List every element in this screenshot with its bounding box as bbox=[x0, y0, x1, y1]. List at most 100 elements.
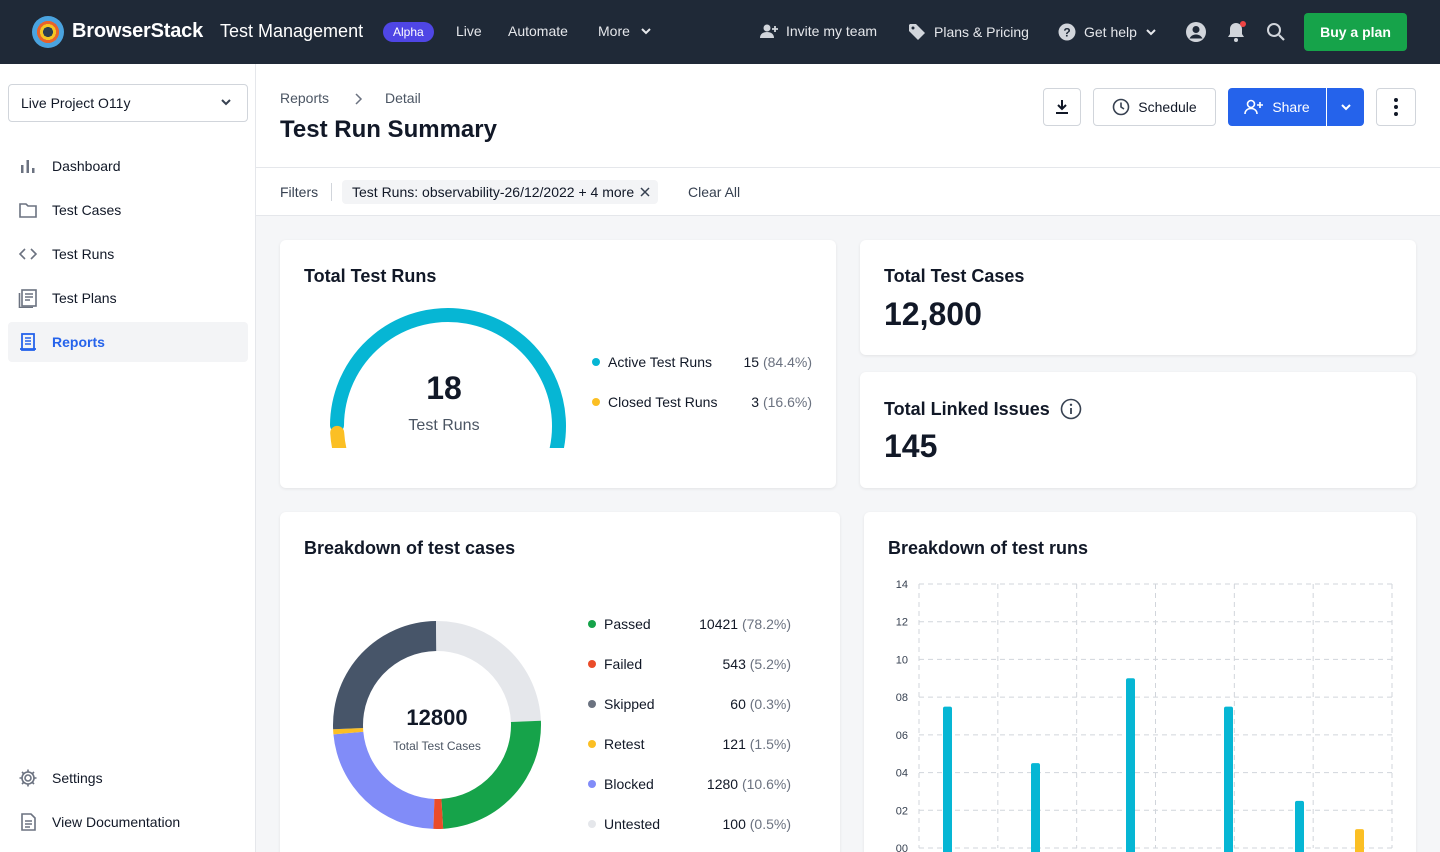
legend-percent: (0.5%) bbox=[749, 816, 791, 832]
project-select-value: Live Project O11y bbox=[21, 95, 131, 111]
y-tick-label: 04 bbox=[896, 768, 908, 780]
plans-pricing-label: Plans & Pricing bbox=[934, 24, 1029, 40]
legend-value: 60 (0.3%) bbox=[730, 696, 791, 712]
legend-dot bbox=[592, 358, 600, 366]
page-header: Reports Detail Test Run Summary Schedule… bbox=[256, 64, 1440, 168]
browserstack-logo[interactable] bbox=[32, 16, 64, 48]
sidebar-item-documentation[interactable]: View Documentation bbox=[8, 802, 248, 842]
legend-percent: (84.4%) bbox=[762, 354, 812, 370]
gauge-value: 18 bbox=[426, 370, 462, 406]
buy-plan-button[interactable]: Buy a plan bbox=[1304, 13, 1407, 51]
card-title: Breakdown of test cases bbox=[304, 538, 516, 558]
legend-value: 15 (84.4%) bbox=[744, 354, 813, 370]
sidebar-item-test-cases[interactable]: Test Cases bbox=[8, 190, 248, 230]
download-button[interactable] bbox=[1043, 88, 1081, 126]
filter-bar: Filters Test Runs: observability-26/12/2… bbox=[256, 168, 1440, 216]
bar-5[interactable] bbox=[1295, 800, 1304, 852]
y-tick-label: 14 bbox=[896, 579, 908, 591]
sidebar-item-settings[interactable]: Settings bbox=[8, 758, 248, 798]
legend-value: 3 (16.6%) bbox=[751, 394, 812, 410]
legend-count: 100 bbox=[722, 816, 750, 832]
page-title: Test Run Summary bbox=[280, 116, 497, 143]
bar-chart: 00 02 04 06 08 10 12 14 bbox=[896, 579, 1393, 852]
invite-team-button[interactable]: Invite my team bbox=[760, 23, 877, 39]
nav-automate[interactable]: Automate bbox=[508, 23, 568, 39]
invite-team-label: Invite my team bbox=[786, 23, 878, 39]
sidebar-item-test-plans[interactable]: Test Plans bbox=[8, 278, 248, 318]
schedule-button[interactable]: Schedule bbox=[1093, 88, 1216, 126]
legend-dot bbox=[588, 740, 596, 748]
legend-dot bbox=[592, 398, 600, 406]
y-tick-label: 02 bbox=[896, 805, 908, 817]
sidebar-item-dashboard[interactable]: Dashboard bbox=[8, 146, 248, 186]
breadcrumb-reports[interactable]: Reports bbox=[280, 90, 329, 106]
legend-item-retest: Retest bbox=[588, 736, 644, 752]
card-title: Total Linked Issues bbox=[884, 398, 1050, 419]
legend-item: Closed Test Runs bbox=[592, 394, 717, 410]
total-test-cases-value: 12,800 bbox=[884, 296, 982, 332]
legend-percent: (16.6%) bbox=[762, 394, 812, 410]
plans-pricing-link[interactable]: Plans & Pricing bbox=[908, 23, 1029, 41]
legend-value: 543 (5.2%) bbox=[723, 656, 791, 672]
bar-3[interactable] bbox=[1126, 678, 1135, 852]
breakdown-runs-card: Breakdown of test runs 00 02 04 06 08 10 12 14 bbox=[864, 512, 1416, 852]
share-dropdown-button[interactable] bbox=[1327, 88, 1364, 126]
product-name[interactable]: Test Management bbox=[220, 21, 363, 42]
linked-issues-card: Total Linked Issues 145 bbox=[860, 372, 1416, 488]
legend-count: 3 bbox=[751, 394, 760, 410]
tag-icon bbox=[909, 24, 925, 40]
close-icon[interactable] bbox=[640, 187, 650, 197]
chevron-down-icon bbox=[1146, 29, 1156, 36]
folder-icon bbox=[19, 203, 37, 218]
alpha-badge: Alpha bbox=[383, 22, 434, 42]
nav-live[interactable]: Live bbox=[456, 23, 482, 39]
linked-issues-value: 145 bbox=[884, 428, 938, 464]
svg-text:?: ? bbox=[1063, 26, 1070, 40]
donut-segment-passed[interactable] bbox=[441, 720, 541, 829]
document-icon bbox=[21, 813, 36, 831]
filter-chip-label: Test Runs: observability-26/12/2022 + 4 … bbox=[352, 184, 635, 200]
more-options-button[interactable] bbox=[1376, 88, 1416, 126]
chevron-down-icon bbox=[1340, 104, 1351, 111]
sidebar-item-reports[interactable]: Reports bbox=[8, 322, 248, 362]
y-tick-label: 06 bbox=[896, 730, 908, 742]
sidebar-item-label: Test Runs bbox=[52, 246, 115, 262]
get-help-menu[interactable]: ? Get help bbox=[1058, 23, 1157, 41]
legend-dot bbox=[588, 780, 596, 788]
breakdown-cases-card: Breakdown of test cases 12800 Total Test… bbox=[280, 512, 840, 852]
legend-value: 1280 (10.6%) bbox=[707, 776, 791, 792]
legend-item-skipped: Skipped bbox=[588, 696, 655, 712]
legend-percent: (5.2%) bbox=[749, 656, 791, 672]
search-icon[interactable] bbox=[1264, 20, 1288, 44]
info-icon[interactable] bbox=[1060, 398, 1082, 420]
gear-icon bbox=[19, 769, 37, 787]
project-select[interactable]: Live Project O11y bbox=[8, 84, 248, 122]
legend-percent: (0.3%) bbox=[749, 696, 791, 712]
donut-center-value: 12800 bbox=[406, 705, 468, 730]
legend-label: Failed bbox=[604, 656, 643, 672]
user-avatar-icon[interactable] bbox=[1184, 20, 1208, 44]
y-tick-label: 10 bbox=[896, 654, 908, 666]
filter-chip[interactable]: Test Runs: observability-26/12/2022 + 4 … bbox=[342, 180, 659, 204]
add-user-icon bbox=[760, 24, 778, 38]
filters-divider bbox=[331, 183, 332, 201]
bar-4[interactable] bbox=[1224, 706, 1233, 852]
legend-count: 543 bbox=[722, 656, 750, 672]
share-label: Share bbox=[1272, 99, 1310, 115]
sidebar-item-label: Test Cases bbox=[52, 202, 122, 218]
clock-icon bbox=[1112, 98, 1130, 116]
brand-name[interactable]: BrowserStack bbox=[72, 20, 203, 43]
notification-dot bbox=[1240, 21, 1246, 27]
bar-6[interactable] bbox=[1355, 829, 1364, 852]
bar-2[interactable] bbox=[1031, 763, 1040, 852]
bar-1[interactable] bbox=[943, 706, 952, 852]
sidebar-item-label: Dashboard bbox=[52, 158, 121, 174]
share-button[interactable]: Share bbox=[1228, 88, 1326, 126]
sidebar-item-label: View Documentation bbox=[52, 814, 181, 830]
legend-count: 1280 bbox=[706, 776, 742, 792]
clear-all-button[interactable]: Clear All bbox=[688, 184, 740, 200]
breadcrumb-detail: Detail bbox=[385, 90, 421, 106]
nav-more[interactable]: More bbox=[598, 23, 652, 39]
top-navbar: BrowserStack Test Management Alpha Live … bbox=[0, 0, 1440, 64]
sidebar-item-test-runs[interactable]: Test Runs bbox=[8, 234, 248, 274]
